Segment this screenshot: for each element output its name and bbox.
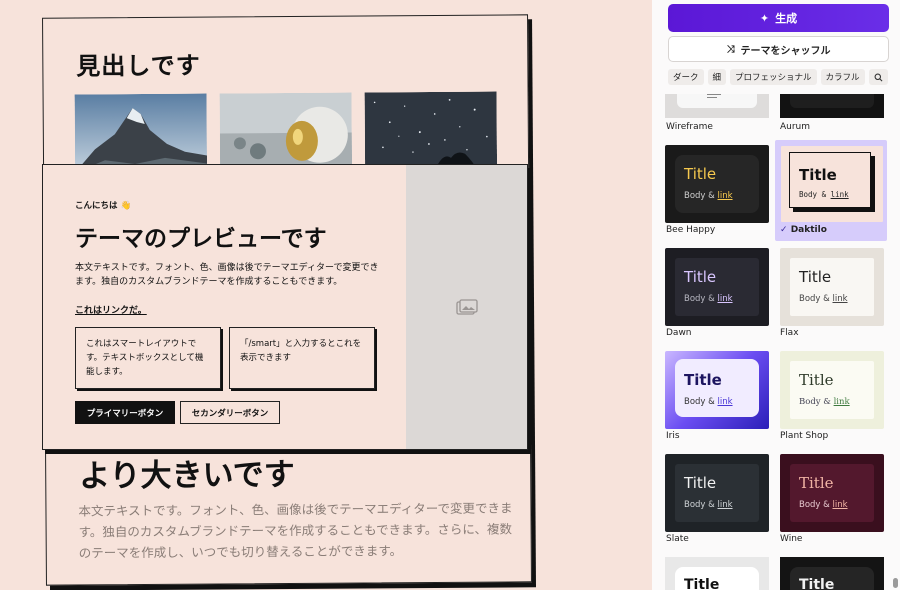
- tile-link: link: [833, 397, 850, 407]
- shuffle-button-label: テーマをシャッフル: [740, 45, 831, 57]
- tile-link: link: [717, 500, 733, 510]
- theme-tile-iris[interactable]: Title Body & link: [665, 351, 769, 429]
- theme-tile-wireframe[interactable]: [665, 94, 769, 118]
- tile-link: link: [830, 190, 849, 199]
- tile-title: Title: [684, 371, 722, 389]
- preview-heading: 見出しです: [76, 51, 201, 81]
- tile-link: link: [832, 294, 848, 304]
- primary-button[interactable]: プライマリーボタン: [75, 401, 175, 424]
- tile-body: Body &: [684, 294, 718, 304]
- tile-link: link: [717, 294, 733, 304]
- mountain-image: [74, 93, 208, 173]
- theme-tile-bee-happy[interactable]: Title Body & link: [665, 145, 769, 223]
- tile-body: Body &: [684, 397, 718, 407]
- sparkle-icon: ✦: [759, 11, 770, 25]
- theme-name-wine: Wine: [780, 534, 803, 544]
- theme-tile-aurum[interactable]: [780, 94, 884, 118]
- filter-dark[interactable]: ダーク: [668, 69, 704, 85]
- theme-tile-flax[interactable]: Title Body & link: [780, 248, 884, 326]
- tile-title: Title: [799, 474, 834, 492]
- shuffle-icon: ⤨: [726, 43, 735, 55]
- tile-link: link: [717, 191, 733, 201]
- theme-tile-slate[interactable]: Title Body & link: [665, 454, 769, 532]
- theme-name-aurum: Aurum: [780, 122, 811, 132]
- search-icon: [874, 73, 883, 81]
- theme-name-dawn: Dawn: [666, 328, 692, 338]
- theme-name-plant-shop: Plant Shop: [780, 431, 829, 441]
- tile-link: link: [717, 397, 733, 407]
- theme-tile-daktilo[interactable]: Title Body & link: [780, 145, 884, 223]
- theme-tile-wine[interactable]: Title Body & link: [780, 454, 884, 532]
- tile-body: Body &: [684, 500, 718, 510]
- smart-layout-box-2: 「/smart」と入力するとこれを表示できます: [229, 327, 375, 389]
- theme-filter-chips: ダーク 細 プロフェッショナル カラフル: [668, 69, 888, 85]
- shuffle-theme-button[interactable]: ⤨ テーマをシャッフル: [668, 36, 889, 62]
- smart-layout-box-1: これはスマートレイアウトです。テキストボックスとして機能します。: [75, 327, 221, 389]
- theme-name-flax: Flax: [780, 328, 799, 338]
- tile-title: Title: [799, 371, 834, 389]
- preview-card-front: こんにちは 👋 テーマのプレビューです 本文テキストです。フォント、色、画像は後…: [42, 164, 528, 450]
- preview-bigger-heading: より大きいです: [79, 456, 295, 495]
- tile-title: Title: [684, 577, 720, 590]
- tile-body: Body &: [799, 190, 831, 199]
- theme-name-daktilo: ✓ Daktilo: [780, 225, 827, 235]
- filter-thin[interactable]: 細: [707, 69, 727, 85]
- theme-tile-next-light[interactable]: Title: [665, 557, 769, 590]
- preview-link[interactable]: これはリンクだ。: [75, 303, 147, 316]
- image-placeholder-icon: [455, 299, 478, 315]
- panel-scrollbar[interactable]: [893, 578, 898, 588]
- generate-button-label: 生成: [775, 12, 798, 25]
- theme-name-slate: Slate: [666, 534, 689, 544]
- theme-name-daktilo-label: Daktilo: [790, 225, 827, 235]
- tile-body: Body &: [799, 294, 833, 304]
- filter-professional[interactable]: プロフェッショナル: [730, 69, 817, 85]
- theme-tile-dawn[interactable]: Title Body & link: [665, 248, 769, 326]
- theme-name-wireframe: Wireframe: [666, 122, 713, 132]
- tile-title: Title: [799, 166, 837, 184]
- preview-title: テーマのプレビューです: [75, 226, 327, 252]
- theme-tile-plant-shop[interactable]: Title Body & link: [780, 351, 884, 429]
- secondary-button[interactable]: セカンダリーボタン: [180, 401, 280, 424]
- theme-name-iris: Iris: [666, 431, 680, 441]
- filter-colorful[interactable]: カラフル: [820, 69, 865, 85]
- preview-body-text: 本文テキストです。フォント、色、画像は後でテーマエディターで変更できます。独自の…: [75, 263, 379, 287]
- tile-body: Body &: [799, 500, 833, 510]
- tile-title: Title: [799, 268, 832, 286]
- starry-sky-image: [364, 91, 498, 171]
- image-placeholder: [406, 165, 527, 449]
- theme-preview-canvas: 見出しです より大きいです 本文テキストです。フォント、色、画像は後でテーマエデ…: [0, 0, 652, 590]
- tile-title: Title: [799, 577, 835, 590]
- tile-body: Body &: [684, 191, 718, 201]
- astronaut-image: [219, 92, 353, 172]
- generate-button[interactable]: ✦ 生成: [668, 4, 889, 32]
- tile-title: Title: [684, 268, 717, 286]
- tile-link: link: [832, 500, 848, 510]
- preview-greeting: こんにちは 👋: [75, 201, 132, 211]
- filter-search-button[interactable]: [868, 69, 888, 85]
- theme-name-bee-happy: Bee Happy: [666, 225, 716, 235]
- tile-body: Body &: [799, 397, 834, 407]
- theme-tile-next-dark[interactable]: Title: [780, 557, 884, 590]
- tile-title: Title: [684, 474, 717, 492]
- check-icon: ✓: [780, 225, 788, 235]
- preview-bigger-paragraph: 本文テキストです。フォント、色、画像は後でテーマエディターで変更できます。独自の…: [78, 500, 513, 561]
- tile-title: Title: [684, 165, 717, 183]
